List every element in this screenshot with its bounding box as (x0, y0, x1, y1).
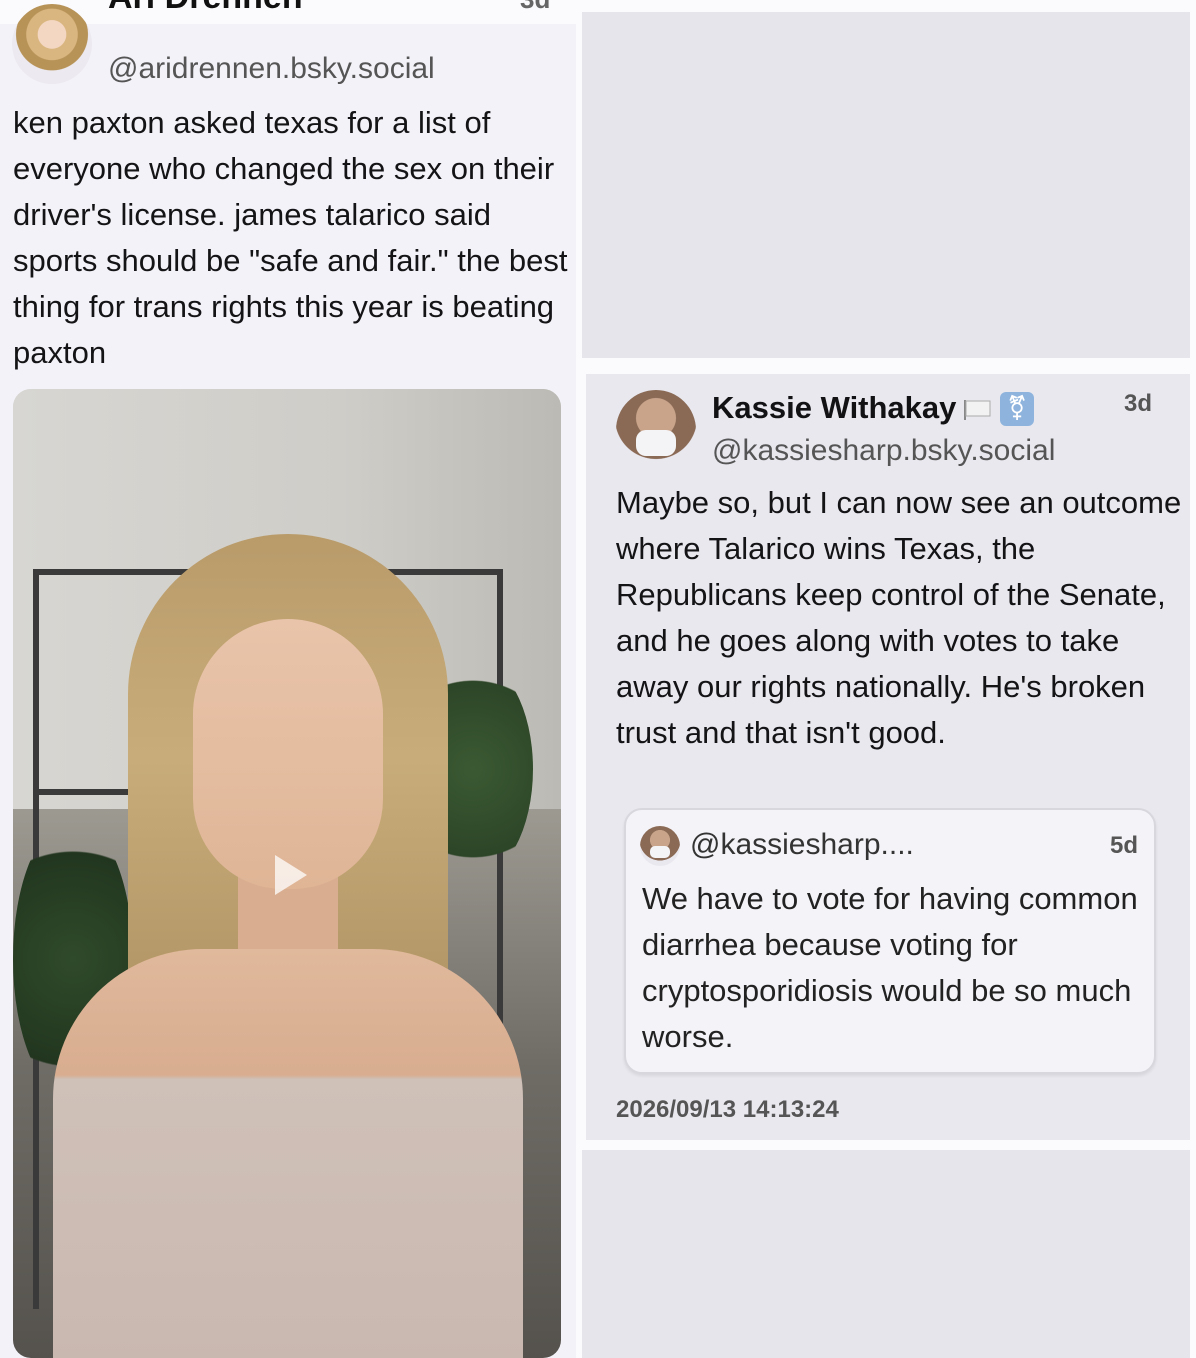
avatar[interactable] (616, 390, 696, 470)
quoted-post-time: 5d (1110, 832, 1139, 859)
left-post-column: Ari Drennen 3d @aridrennen.bsky.social k… (0, 0, 576, 1358)
avatar-mask (650, 846, 670, 858)
author-handle[interactable]: @kassiesharp.bsky.social (712, 434, 1055, 468)
quoted-post-text: We have to vote for having common diarrh… (642, 881, 1138, 1054)
post-time[interactable]: 3d (520, 0, 550, 15)
author-name[interactable]: Kassie Withakay (712, 390, 956, 426)
post-time[interactable]: 3d (1124, 390, 1152, 418)
avatar[interactable] (12, 4, 92, 84)
avatar-mask (636, 430, 676, 456)
post-timestamp: 2026/09/13 14:13:24 (616, 1096, 839, 1123)
video-person-body (53, 949, 523, 1358)
post-text: ken paxton asked texas for a list of eve… (13, 105, 568, 370)
quoted-author-handle: @kassiesharp.... (690, 828, 914, 861)
loading-placeholder (582, 12, 1190, 358)
video-player[interactable] (13, 389, 561, 1358)
quoted-post[interactable]: @kassiesharp.... 5d We have to vote for … (624, 808, 1156, 1074)
reply-post-card[interactable]: Kassie Withakay ⚧ 3d @kassiesharp.bsky.s… (586, 374, 1190, 1140)
author-handle[interactable]: @aridrennen.bsky.social (108, 52, 435, 86)
right-post-column: Kassie Withakay ⚧ 3d @kassiesharp.bsky.s… (576, 0, 1196, 1358)
avatar (640, 826, 680, 866)
video-person-face (193, 619, 383, 889)
post-text: Maybe so, but I can now see an outcome w… (616, 485, 1182, 750)
loading-placeholder (582, 1150, 1190, 1358)
left-post-header: Ari Drennen 3d @aridrennen.bsky.social (12, 0, 568, 96)
play-icon[interactable] (275, 855, 307, 895)
author-name[interactable]: Ari Drennen (108, 0, 303, 17)
flag-icon (964, 400, 991, 420)
transgender-symbol-icon: ⚧ (1000, 392, 1034, 426)
